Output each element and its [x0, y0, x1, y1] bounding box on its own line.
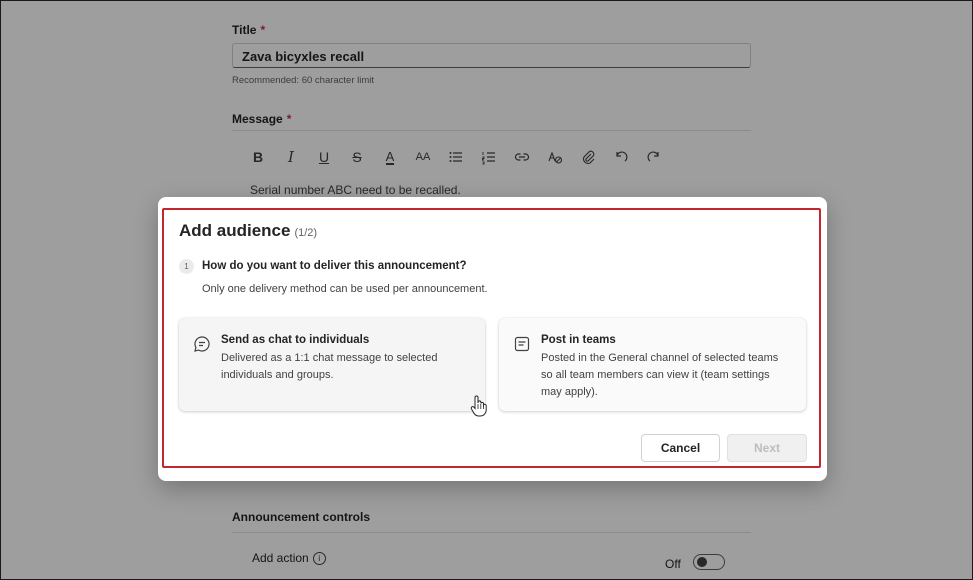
step-indicator: (1/2): [294, 227, 318, 239]
hand-cursor-icon: [470, 394, 488, 418]
option-description: Posted in the General channel of selecte…: [541, 352, 779, 398]
dialog-title-text: Add audience: [179, 221, 291, 240]
option-post-in-teams[interactable]: Post in teams Posted in the General chan…: [499, 318, 806, 411]
option-description: Delivered as a 1:1 chat message to selec…: [221, 352, 438, 381]
next-button[interactable]: Next: [727, 434, 807, 462]
question-number-badge: 1: [179, 259, 194, 274]
option-send-as-chat[interactable]: Send as chat to individuals Delivered as…: [179, 318, 485, 411]
app-frame: Title * Zava bicyxles recall Recommended:…: [0, 0, 973, 580]
option-title: Send as chat to individuals: [221, 334, 370, 346]
chat-icon: [193, 335, 211, 353]
add-audience-dialog: Add audience (1/2) 1 How do you want to d…: [158, 197, 827, 481]
cancel-button[interactable]: Cancel: [641, 434, 720, 462]
delivery-question-hint: Only one delivery method can be used per…: [202, 283, 488, 295]
delivery-question: How do you want to deliver this announce…: [202, 260, 467, 272]
post-icon: [513, 335, 531, 353]
dialog-title: Add audience (1/2): [179, 221, 317, 241]
option-title: Post in teams: [541, 334, 616, 346]
